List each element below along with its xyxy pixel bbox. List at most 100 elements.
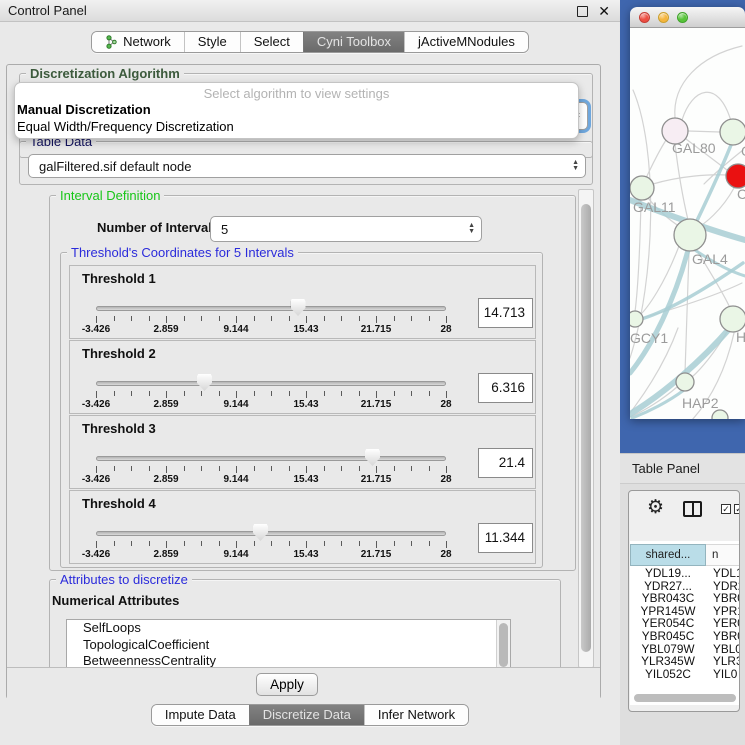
table-data-group: Table Data galFiltered.sif default node … — [19, 141, 593, 185]
apply-button[interactable]: Apply — [256, 673, 318, 696]
slider-track[interactable] — [96, 531, 446, 536]
slider-thumb[interactable] — [253, 524, 268, 541]
tab-cyni-toolbox[interactable]: Cyni Toolbox — [303, 32, 404, 52]
tab-discretize-data[interactable]: Discretize Data — [249, 705, 364, 725]
numerical-attributes-list[interactable]: SelfLoopsTopologicalCoefficientBetweenne… — [66, 619, 511, 668]
tab-jactivemnodules[interactable]: jActiveMNodules — [404, 32, 528, 52]
list-item-betweennesscentrality[interactable]: BetweennessCentrality — [67, 653, 510, 668]
slider-tick — [429, 466, 430, 471]
column-header-shared-name[interactable]: shared... — [630, 544, 706, 566]
tab-label: Infer Network — [378, 707, 455, 723]
slider-tick — [289, 541, 290, 546]
gear-icon[interactable]: ⚙ — [647, 497, 664, 519]
scrollbar-thumb[interactable] — [499, 623, 508, 667]
slider-tick-label: 15.43 — [293, 399, 318, 410]
number-of-intervals-combobox[interactable]: 5 ▲▼ — [210, 216, 482, 242]
slider-tick — [394, 466, 395, 471]
zoom-light[interactable] — [677, 12, 688, 23]
slider-thumb[interactable] — [291, 299, 306, 316]
close-light[interactable] — [639, 12, 650, 23]
threshold-value-field[interactable]: 14.713 — [478, 298, 533, 328]
cell-shared-name: YDL19... — [630, 567, 706, 580]
tab-style[interactable]: Style — [184, 32, 240, 52]
combo-stepper-icon[interactable]: ▲▼ — [572, 160, 579, 172]
table-row[interactable]: YBR045CYBR0 — [630, 630, 740, 643]
tab-select[interactable]: Select — [240, 32, 303, 52]
graph-node-gcy1[interactable] — [630, 311, 643, 327]
graph-node-gal11[interactable] — [630, 176, 654, 200]
node-label: GCY1 — [630, 330, 668, 346]
threshold-panel: Threshold 1-3.4262.8599.14415.4321.71528… — [69, 265, 536, 339]
table-row[interactable]: YIL052CYIL0 — [630, 668, 740, 679]
scrollbar-thumb[interactable] — [634, 694, 736, 702]
list-scrollbar[interactable] — [496, 620, 510, 668]
slider-tick — [324, 391, 325, 396]
slider-tick — [324, 466, 325, 471]
slider-tick — [219, 391, 220, 396]
group-title: Attributes to discretize — [56, 572, 192, 587]
graph-edge — [682, 92, 731, 121]
checkbox-icon[interactable]: ✓ — [734, 504, 740, 514]
graph-node-ga[interactable] — [720, 119, 745, 145]
slider-tick — [271, 391, 272, 396]
graph-node[interactable] — [712, 410, 728, 419]
slider-tick — [219, 541, 220, 546]
slider-tick — [236, 466, 237, 473]
slider-tick-label: 28 — [440, 549, 451, 560]
float-window-icon[interactable] — [577, 6, 588, 17]
slider-tick — [131, 316, 132, 321]
slider-tick — [219, 316, 220, 321]
graph-edge — [675, 46, 742, 118]
list-item-selfloops[interactable]: SelfLoops — [67, 620, 510, 637]
network-canvas[interactable]: GAL80GACGAL11GAL4GCY1HHAP2 — [630, 28, 745, 419]
settings-scroll-area: Interval Definition Number of Intervals … — [15, 189, 578, 668]
graph-node-gal4[interactable] — [674, 219, 706, 251]
minimize-light[interactable] — [658, 12, 669, 23]
slider-thumb[interactable] — [365, 449, 380, 466]
slider-track[interactable] — [96, 456, 446, 461]
slider-tick — [394, 391, 395, 396]
tab-infer-network[interactable]: Infer Network — [364, 705, 468, 725]
slider-track[interactable] — [96, 381, 446, 386]
node-label: C — [737, 186, 745, 202]
panel-scrollbar[interactable] — [578, 189, 594, 668]
dropdown-option-equal-width-frequency[interactable]: Equal Width/Frequency Discretization — [15, 119, 578, 136]
dropdown-option-manual-discretization[interactable]: Manual Discretization — [15, 102, 578, 119]
list-item-topologicalcoefficient[interactable]: TopologicalCoefficient — [67, 637, 510, 654]
slider-tick — [376, 541, 377, 548]
table-row[interactable]: YDL19...YDL1 — [630, 567, 740, 580]
threshold-label: Threshold 4 — [82, 496, 156, 511]
threshold-value-field[interactable]: 11.344 — [478, 523, 533, 553]
cell-shared-name: YIL052C — [630, 668, 706, 679]
slider-tick — [149, 316, 150, 321]
slider-tick — [341, 466, 342, 471]
slider-tick — [271, 541, 272, 546]
graph-node-c[interactable] — [726, 164, 745, 188]
horizontal-scrollbar[interactable] — [630, 693, 740, 703]
table-data-combobox[interactable]: galFiltered.sif default node ▲▼ — [28, 154, 586, 178]
close-icon[interactable]: ✕ — [598, 3, 610, 20]
table-panel-title: Table Panel — [632, 461, 700, 476]
slider-thumb[interactable] — [197, 374, 212, 391]
tab-impute-data[interactable]: Impute Data — [152, 705, 249, 725]
slider-tick-label: 2.859 — [153, 549, 178, 560]
slider-tick — [114, 316, 115, 321]
threshold-value-field[interactable]: 21.4 — [478, 448, 533, 478]
combo-stepper-icon[interactable]: ▲▼ — [468, 223, 475, 235]
tab-network[interactable]: Network — [92, 32, 184, 52]
node-label: GAL11 — [633, 199, 676, 215]
slider-tick — [184, 541, 185, 546]
split-view-icon[interactable] — [683, 501, 702, 517]
slider-tick-label: 9.144 — [223, 549, 248, 560]
column-header-name[interactable]: n — [706, 544, 740, 566]
threshold-value-field[interactable]: 6.316 — [478, 373, 533, 403]
graph-node-hap2[interactable] — [676, 373, 694, 391]
slider-tick — [289, 466, 290, 471]
table-row[interactable]: YLR345WYLR3 — [630, 655, 740, 668]
threshold-panel: Threshold 3-3.4262.8599.14415.4321.71528… — [69, 415, 536, 489]
slider-tick — [201, 391, 202, 396]
table-row[interactable]: YBR043CYBR0 — [630, 592, 740, 605]
checkbox-icon[interactable]: ✓ — [721, 504, 731, 514]
slider-track[interactable] — [96, 306, 446, 311]
scrollbar-thumb[interactable] — [581, 204, 591, 652]
